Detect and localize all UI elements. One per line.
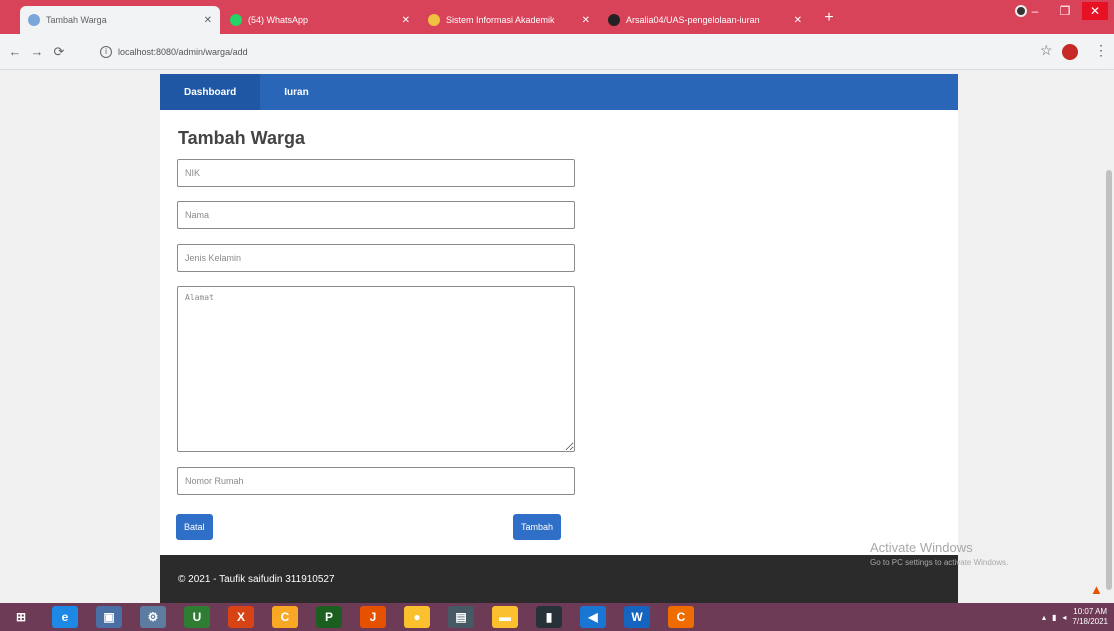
taskbar-start-icon[interactable]: ⊞: [8, 606, 34, 628]
taskbar-vscode-icon[interactable]: ◀: [580, 606, 606, 628]
close-icon[interactable]: ✕: [582, 15, 590, 26]
taskbar-cmd-icon[interactable]: ▮: [536, 606, 562, 628]
network-icon[interactable]: ▮: [1052, 613, 1056, 622]
forward-icon[interactable]: →: [26, 44, 48, 59]
clock-time: 10:07 AM: [1073, 607, 1108, 616]
profile-avatar[interactable]: [1062, 44, 1078, 60]
windows-taskbar: ⊞ e ▣ ⚙ U X C P J ● ▤ ▬ ▮ ◀ W C: [0, 603, 1114, 631]
scrollbar-thumb[interactable]: [1106, 170, 1112, 590]
nama-input[interactable]: [177, 201, 575, 229]
tambah-button[interactable]: Tambah: [513, 514, 562, 540]
watermark-subtitle: Go to PC settings to activate Windows.: [870, 558, 1009, 567]
tray-arrow-icon[interactable]: ▴: [1042, 613, 1046, 622]
taskbar-word-icon[interactable]: W: [624, 606, 650, 628]
new-tab-button[interactable]: +: [820, 10, 838, 28]
close-window-button[interactable]: ✕: [1082, 2, 1108, 20]
page-container: Dashboard Iuran Tambah Warga Batal Tamba…: [160, 74, 958, 603]
bookmark-star-icon[interactable]: ☆: [1040, 42, 1053, 59]
minimize-button[interactable]: –: [1022, 2, 1048, 20]
back-icon[interactable]: ←: [4, 44, 26, 59]
nav-link-iuran[interactable]: Iuran: [260, 74, 332, 110]
taskbar-ie-icon[interactable]: e: [52, 606, 78, 628]
batal-button[interactable]: Batal: [176, 514, 213, 540]
tab-title: Tambah Warga: [46, 15, 107, 25]
nik-input[interactable]: [177, 159, 575, 187]
github-icon: [608, 14, 620, 26]
system-tray: ▴ ▮ ◂ 10:07 AM 7/18/2021: [1042, 603, 1108, 631]
tab-title: Arsalia04/UAS-pengelolaan-iuran: [626, 15, 760, 25]
page-scrollbar[interactable]: [1104, 70, 1114, 603]
url-field[interactable]: i localhost:8080/admin/warga/add: [100, 42, 1000, 62]
browser-tab-strip: Tambah Warga ✕ (54) WhatsApp ✕ Sistem In…: [0, 0, 1114, 34]
volume-icon[interactable]: ◂: [1062, 613, 1066, 622]
tab-title: Sistem Informasi Akademik: [446, 15, 555, 25]
page-footer: © 2021 - Taufik saifudin 311910527: [160, 555, 958, 603]
tab-github[interactable]: Arsalia04/UAS-pengelolaan-iuran ✕: [600, 6, 810, 34]
close-icon[interactable]: ✕: [794, 15, 802, 26]
taskbar-app2-icon[interactable]: C: [668, 606, 694, 628]
taskbar-chrome-icon[interactable]: ●: [404, 606, 430, 628]
window-controls: – ❐ ✕: [1022, 2, 1108, 20]
whatsapp-icon: [230, 14, 242, 26]
jenis-kelamin-input[interactable]: [177, 244, 575, 272]
tab-whatsapp[interactable]: (54) WhatsApp ✕: [222, 6, 418, 34]
flame-icon[interactable]: ▲: [1090, 582, 1103, 597]
taskbar-explorer-icon[interactable]: ▣: [96, 606, 122, 628]
footer-copyright: © 2021 - Taufik saifudin 311910527: [178, 573, 335, 585]
url-text[interactable]: localhost:8080/admin/warga/add: [118, 47, 248, 57]
taskbar-app-icon[interactable]: ⚙: [140, 606, 166, 628]
close-icon[interactable]: ✕: [204, 15, 212, 26]
tab-title: (54) WhatsApp: [248, 15, 309, 25]
taskbar-upwork-icon[interactable]: U: [184, 606, 210, 628]
taskbar-codeblocks-icon[interactable]: C: [272, 606, 298, 628]
nomor-rumah-input[interactable]: [177, 467, 575, 495]
reload-icon[interactable]: ⟳: [48, 44, 70, 60]
nav-link-dashboard[interactable]: Dashboard: [160, 74, 261, 110]
taskbar-pycharm-icon[interactable]: P: [316, 606, 342, 628]
tab-sistem-informasi[interactable]: Sistem Informasi Akademik ✕: [420, 6, 598, 34]
page-icon: [28, 14, 40, 26]
tab-tambah-warga[interactable]: Tambah Warga ✕: [20, 6, 220, 34]
close-icon[interactable]: ✕: [402, 15, 410, 26]
page-title: Tambah Warga: [178, 128, 306, 148]
page-viewport: Dashboard Iuran Tambah Warga Batal Tamba…: [0, 70, 1114, 603]
maximize-button[interactable]: ❐: [1052, 2, 1078, 20]
taskbar-files-icon[interactable]: ▤: [448, 606, 474, 628]
taskbar-java-icon[interactable]: J: [360, 606, 386, 628]
taskbar-folder-icon[interactable]: ▬: [492, 606, 518, 628]
info-icon[interactable]: i: [100, 46, 112, 58]
alamat-textarea[interactable]: [177, 286, 575, 452]
clock-date: 7/18/2021: [1072, 617, 1108, 626]
kebab-menu-icon[interactable]: ⋮: [1094, 42, 1108, 59]
watermark-title: Activate Windows: [870, 540, 973, 555]
top-navbar: Dashboard Iuran: [160, 74, 958, 110]
activate-windows-watermark: Activate Windows Go to PC settings to ac…: [870, 540, 1008, 567]
clock[interactable]: 10:07 AM 7/18/2021: [1072, 607, 1108, 627]
lock-icon: [428, 14, 440, 26]
taskbar-xampp-icon[interactable]: X: [228, 606, 254, 628]
address-bar: ← → ⟳ i localhost:8080/admin/warga/add: [0, 34, 1114, 70]
